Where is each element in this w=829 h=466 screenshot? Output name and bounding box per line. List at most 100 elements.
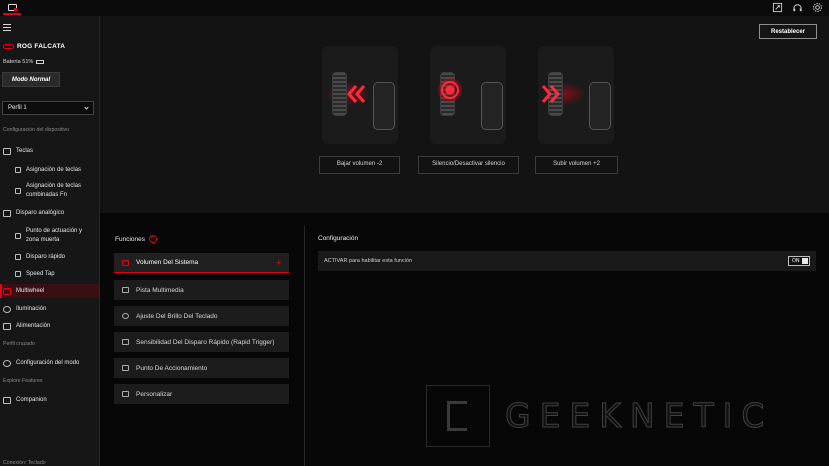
chevron-right-red-icon	[541, 85, 560, 103]
wheel-preview-mute[interactable]	[430, 46, 506, 144]
function-rapid-trigger-sensitivity[interactable]: Sensibilidad Del Disparo Rápido (Rapid T…	[114, 332, 289, 352]
panel-divider	[304, 226, 305, 466]
sidebar-item-label: Alimentación	[16, 323, 51, 329]
function-customize[interactable]: Personalizar	[114, 384, 289, 404]
function-label: Sensibilidad Del Disparo Rápido (Rapid T…	[136, 338, 275, 346]
hamburger-menu-icon[interactable]	[3, 24, 11, 31]
gear-icon[interactable]	[812, 2, 823, 13]
sidebar-item-companion[interactable]: Companion	[0, 393, 99, 407]
side-button	[481, 82, 503, 130]
function-actuation-point[interactable]: Punto De Accionamiento	[114, 358, 289, 378]
media-icon	[122, 287, 129, 293]
sidebar-item-label: Multiwheel	[16, 288, 45, 294]
fn-keys-icon	[15, 188, 21, 194]
sidebar-item-teclas[interactable]: Teclas	[0, 144, 99, 158]
function-system-volume[interactable]: Volumen Del Sistema +	[114, 253, 289, 273]
section-cross-profile: Perfil cruzado	[3, 341, 35, 347]
actuation-icon	[122, 365, 129, 371]
sidebar-item-label: Teclas	[16, 148, 34, 154]
sidebar-item-label: Disparo analógico	[16, 210, 65, 216]
label-volume-down: Bajar volumen -2	[319, 156, 400, 174]
sidebar-item-actuation[interactable]: Punto de actuación y zona muerta	[0, 226, 99, 246]
chevron-left-red-icon	[347, 85, 366, 103]
section-explore-features: Explore Features	[3, 378, 43, 384]
enable-toggle[interactable]: ON	[788, 256, 810, 266]
sidebar-item-label: Disparo rápido	[26, 254, 66, 260]
volume-icon	[122, 259, 129, 266]
battery-label: Batería 51%	[3, 59, 34, 65]
battery-status: Batería 51%	[3, 59, 45, 65]
sidebar-item-label: Punto de actuación y zona muerta	[26, 228, 83, 243]
analog-trigger-icon	[3, 209, 11, 217]
sidebar-item-label: Speed Tap	[26, 271, 55, 277]
mode-button[interactable]: Modo Normal	[2, 72, 60, 87]
functions-header: Funciones ?	[115, 235, 157, 243]
help-icon[interactable]: ?	[149, 235, 157, 243]
chevron-down-icon	[84, 104, 89, 110]
sidebar-item-analog-trigger[interactable]: Disparo analógico	[0, 206, 99, 220]
sidebar-item-label: Asignación de teclas combinadas Fn	[26, 183, 82, 198]
expand-icon: +	[276, 258, 281, 267]
function-label: Volumen Del Sistema	[136, 259, 199, 266]
scroll-wheel	[332, 72, 347, 116]
screen-capture-icon[interactable]	[772, 2, 783, 13]
sidebar-item-label: Iluminación	[16, 306, 47, 312]
config-enable-row: ACTIVAR para habilitar esta función ON	[318, 251, 816, 271]
wheel-preview-up[interactable]	[538, 46, 614, 144]
label-volume-up: Subir volumen +2	[535, 156, 618, 174]
sidebar-item-power[interactable]: Alimentación	[0, 319, 99, 333]
edit-icon	[122, 391, 129, 397]
battery-power-icon	[3, 322, 11, 330]
side-button	[373, 82, 395, 130]
function-label: Pista Multimedia	[136, 286, 184, 294]
headset-icon[interactable]	[792, 2, 803, 13]
actuation-icon	[15, 233, 21, 239]
section-connection: Conexión: Teclado	[3, 460, 46, 466]
function-keyboard-brightness[interactable]: Ajuste Del Brillo Del Teclado	[114, 306, 289, 326]
profile-select-value: Perfil 1	[8, 105, 27, 111]
sidebar-item-mode-config[interactable]: Configuración del modo	[0, 356, 99, 370]
function-label: Ajuste Del Brillo Del Teclado	[136, 312, 218, 320]
side-button	[589, 82, 611, 130]
section-device-config: Configuración del dispositivo	[3, 127, 70, 133]
label-mute: Silencio/Desactivar silencio	[418, 156, 519, 174]
reset-button[interactable]: Restablecer	[759, 24, 817, 39]
battery-icon	[36, 60, 45, 64]
wheel-preview-down[interactable]	[322, 46, 398, 144]
sidebar-item-label: Asignación de teclas	[26, 167, 82, 173]
toggle-state: ON	[792, 258, 800, 264]
function-label: Personalizar	[136, 390, 173, 398]
rapid-trigger-icon	[15, 254, 21, 260]
watermark-logo-mark	[447, 401, 467, 431]
lighting-icon	[3, 305, 11, 313]
sidebar-item-label: Configuración del modo	[16, 360, 80, 366]
mode-config-icon	[3, 359, 11, 367]
sidebar: ROG FALCATA Batería 51% Modo Normal Perf…	[0, 16, 100, 466]
title-bar	[0, 0, 829, 16]
sidebar-item-rapid-trigger[interactable]: Disparo rápido	[0, 250, 99, 264]
config-title: Configuración	[318, 235, 359, 242]
profile-select[interactable]: Perfil 1	[2, 101, 94, 115]
config-row-label: ACTIVAR para habilitar esta función	[324, 258, 412, 264]
companion-icon	[3, 396, 11, 404]
keyboard-icon	[3, 147, 11, 155]
armoury-crate-icon[interactable]	[3, 1, 21, 15]
key-assign-icon	[15, 167, 21, 173]
keyboard-device-icon	[3, 44, 14, 49]
device-header: ROG FALCATA	[3, 43, 65, 50]
sidebar-item-lighting[interactable]: Iluminación	[0, 302, 99, 316]
brightness-icon	[122, 313, 129, 319]
rapid-trigger-icon	[122, 339, 129, 345]
multiwheel-icon	[3, 287, 11, 295]
sidebar-item-key-assignment[interactable]: Asignación de teclas	[0, 163, 99, 177]
device-name: ROG FALCATA	[17, 43, 66, 50]
functions-title: Funciones	[115, 235, 145, 243]
function-label: Punto De Accionamiento	[136, 364, 208, 372]
sidebar-item-multiwheel[interactable]: Multiwheel	[0, 284, 99, 298]
toggle-knob	[802, 258, 808, 264]
function-media-track[interactable]: Pista Multimedia	[114, 280, 289, 300]
speed-tap-icon	[15, 271, 21, 277]
sidebar-item-fn-assignment[interactable]: Asignación de teclas combinadas Fn	[0, 181, 99, 201]
sidebar-item-speed-tap[interactable]: Speed Tap	[0, 267, 99, 281]
press-indicator-icon	[438, 78, 462, 102]
